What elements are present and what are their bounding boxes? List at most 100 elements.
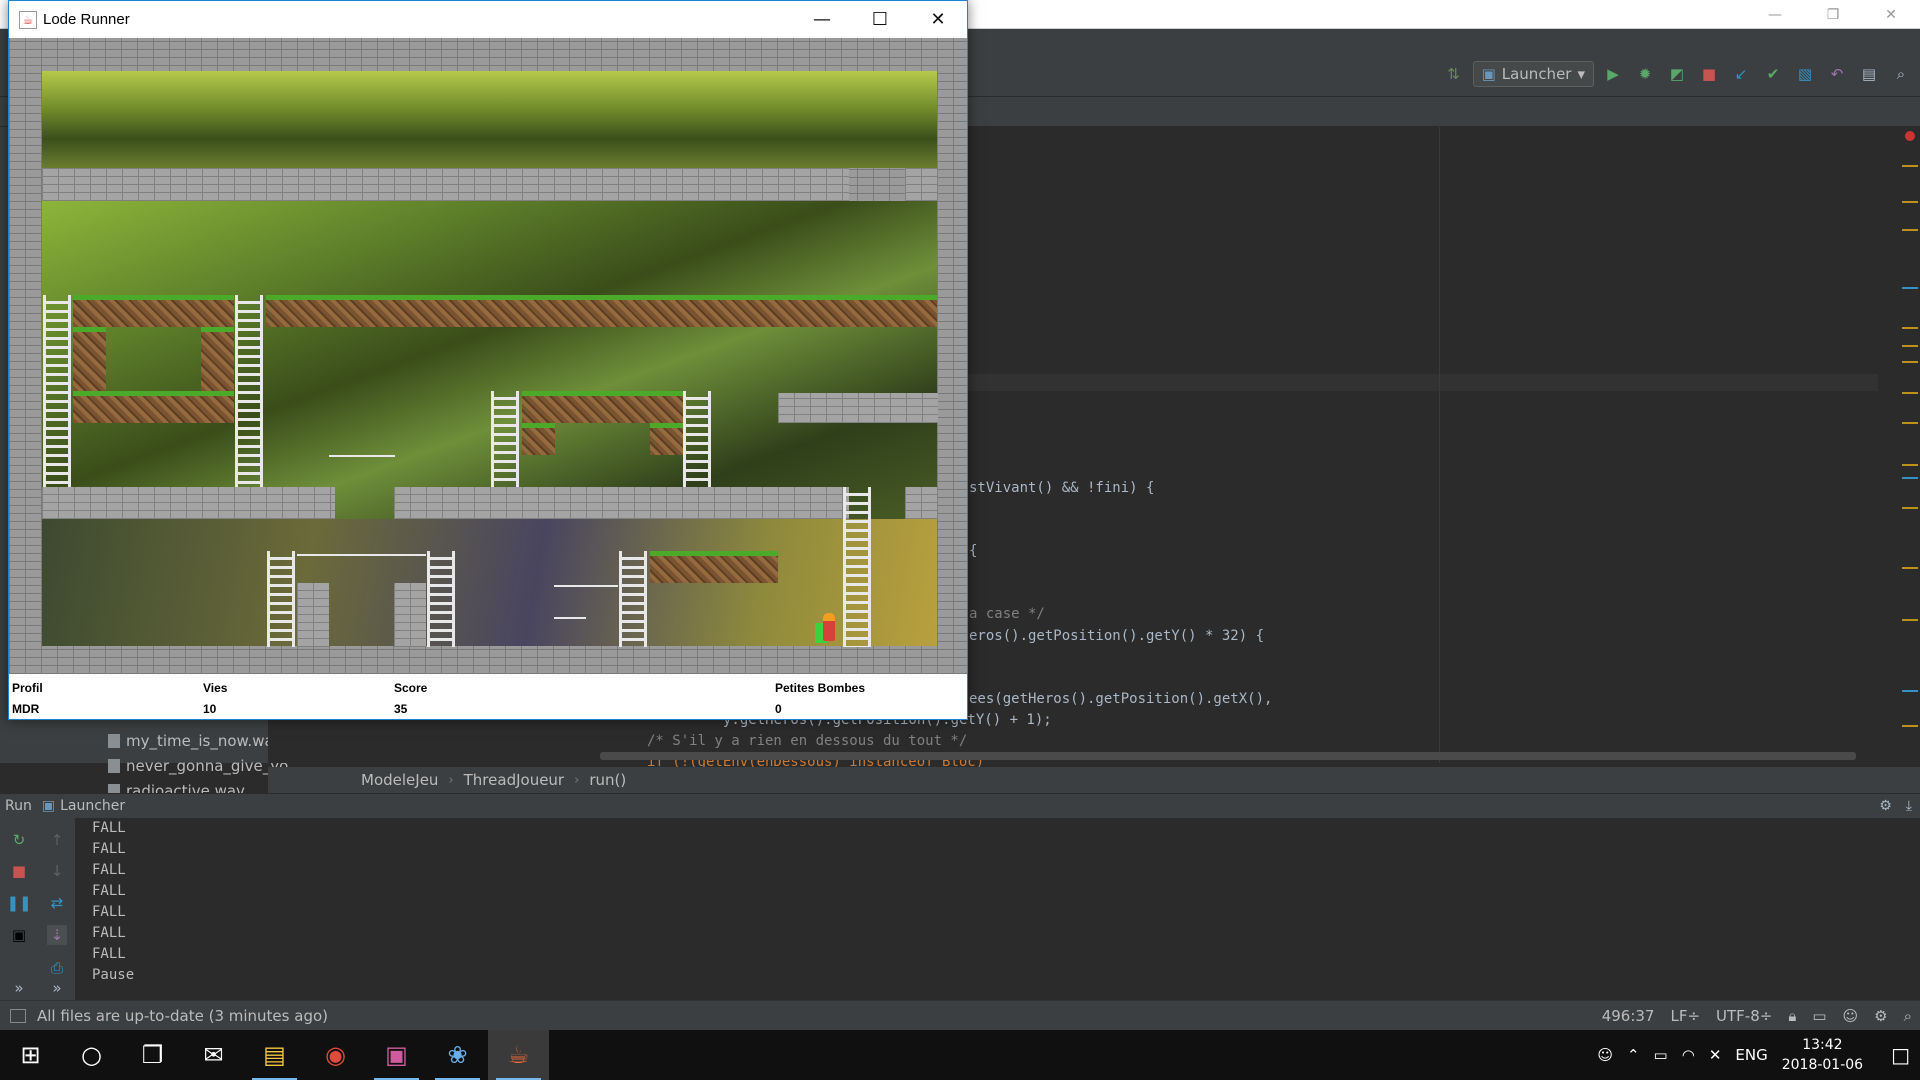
task-view-icon[interactable]: ❐ <box>122 1030 183 1080</box>
wifi-icon[interactable]: ◠ <box>1682 1046 1695 1064</box>
soft-wrap-icon[interactable]: ⇄ <box>47 893 67 913</box>
bombs-value: 0 <box>775 702 782 716</box>
search-icon[interactable]: ⌕ <box>1888 61 1914 87</box>
event-log-icon[interactable]: ⚙ <box>1874 1007 1887 1025</box>
minimize-icon[interactable]: — <box>793 1 851 38</box>
more-icon[interactable]: » <box>9 978 29 998</box>
list-item[interactable]: my_time_is_now.wav <box>108 728 288 753</box>
people-icon[interactable]: ☺ <box>1597 1046 1613 1064</box>
run-panel-header: Run ▣ Launcher ⚙ ⤓ <box>0 793 1920 818</box>
caret-position[interactable]: 496:37 <box>1602 1007 1655 1025</box>
search-icon[interactable]: ⌕ <box>1904 1007 1912 1025</box>
error-marker-icon[interactable] <box>1905 131 1915 141</box>
breadcrumb-item[interactable]: ModeleJeu <box>361 771 438 789</box>
ide-window-controls: — ❐ ✕ <box>1746 0 1920 29</box>
list-item[interactable]: never_gonna_give_yo <box>108 753 288 778</box>
maximize-icon[interactable]: ☐ <box>851 1 909 38</box>
chevron-right-icon: › <box>574 772 580 788</box>
stop-icon[interactable]: ■ <box>1696 61 1722 87</box>
rope <box>297 554 426 556</box>
horizontal-scrollbar[interactable] <box>600 752 1856 760</box>
more-icon[interactable]: » <box>47 978 67 998</box>
status-message: All files are up-to-date (3 minutes ago) <box>37 1006 328 1025</box>
bombs-header: Petites Bombes <box>775 681 866 695</box>
rerun-icon[interactable]: ↻ <box>9 830 29 850</box>
vcs-commit-icon[interactable]: ✔ <box>1760 61 1786 87</box>
game-canvas[interactable] <box>9 38 967 674</box>
project-structure-icon[interactable]: ▤ <box>1856 61 1882 87</box>
console-line: FALL <box>92 946 126 962</box>
lives-value: 10 <box>203 702 217 716</box>
arrow-up-icon[interactable]: ↑ <box>47 830 67 850</box>
breadcrumb-item[interactable]: run() <box>589 771 626 789</box>
cortana-icon[interactable]: ○ <box>61 1030 122 1080</box>
run-config-select[interactable]: ▣ Launcher ▾ <box>1472 61 1594 87</box>
paint-icon[interactable]: ❀ <box>427 1030 488 1080</box>
restore-icon[interactable]: ❐ <box>1804 0 1862 29</box>
tool-windows-icon[interactable] <box>10 1008 26 1023</box>
chevron-down-icon: ▾ <box>1577 65 1585 83</box>
app-icon: ▣ <box>1481 65 1496 83</box>
score-value: 35 <box>394 702 408 716</box>
console-output[interactable]: FALL FALL FALL FALL FALL FALL FALL Pause <box>76 818 1896 1000</box>
ladder <box>235 295 263 487</box>
breadcrumb-item[interactable]: ThreadJoueur <box>464 771 564 789</box>
brick-platform <box>778 393 938 423</box>
input-language[interactable]: ENG <box>1735 1046 1767 1064</box>
arrow-down-icon[interactable]: ↓ <box>47 861 67 881</box>
run-config-label: Launcher <box>1501 65 1572 83</box>
file-encoding[interactable]: UTF-8÷ <box>1716 1007 1772 1025</box>
ladder <box>619 551 647 647</box>
battery-icon[interactable]: ▭ <box>1654 1046 1668 1064</box>
stop-icon[interactable]: ■ <box>9 861 29 881</box>
java-app-icon[interactable]: ☕ <box>488 1030 549 1080</box>
memory-icon[interactable]: ▭ <box>1812 1007 1826 1025</box>
gear-icon[interactable]: ⚙ <box>1879 798 1892 814</box>
error-stripe[interactable] <box>1898 127 1920 763</box>
sort-icon[interactable]: ⇅ <box>1441 61 1467 87</box>
ladder <box>683 391 711 487</box>
file-explorer-icon[interactable]: ▤ <box>244 1030 305 1080</box>
intellij-icon[interactable]: ▣ <box>366 1030 427 1080</box>
rope <box>329 455 395 457</box>
bombs-column: Petites Bombes 0 <box>775 678 865 720</box>
dirt-block <box>73 391 234 423</box>
dirt-block <box>73 295 234 327</box>
minimize-icon[interactable]: — <box>1746 0 1804 29</box>
notification-icon[interactable]: □ <box>1891 1043 1910 1067</box>
speaker-muted-icon[interactable]: ✕ <box>1709 1046 1722 1064</box>
inspector-icon[interactable]: ☺ <box>1843 1007 1859 1025</box>
run-toolbar-secondary: ↑ ↓ ⇄ ⇣ ⎙ » <box>38 818 76 1000</box>
chrome-icon[interactable]: ◉ <box>305 1030 366 1080</box>
pause-icon[interactable]: ❚❚ <box>6 893 31 913</box>
close-icon[interactable]: ✕ <box>909 1 967 38</box>
vcs-update-icon[interactable]: ↙ <box>1728 61 1754 87</box>
camera-icon[interactable]: ▣ <box>9 925 29 945</box>
scroll-to-end-icon[interactable]: ⇣ <box>47 925 67 945</box>
coverage-icon[interactable]: ◩ <box>1664 61 1690 87</box>
game-status-panel: Profil MDR Vies 10 Score 35 Petites Bomb… <box>9 674 967 719</box>
clock[interactable]: 13:42 2018-01-06 <box>1782 1035 1863 1075</box>
brick-platform <box>394 487 849 519</box>
lock-icon[interactable]: 🔒︎ <box>1788 1007 1796 1025</box>
console-line: FALL <box>92 862 126 878</box>
profile-header: Profil <box>12 681 43 695</box>
game-titlebar[interactable]: ☕ Lode Runner — ☐ ✕ <box>9 1 967 38</box>
run-toolbar: ↻ ■ ❚❚ ▣ » <box>0 818 38 1000</box>
close-icon[interactable]: ✕ <box>1862 0 1920 29</box>
line-separator[interactable]: LF÷ <box>1670 1007 1700 1025</box>
revert-icon[interactable]: ↶ <box>1824 61 1850 87</box>
tab-launcher[interactable]: ▣ Launcher <box>42 798 125 814</box>
print-icon[interactable]: ⎙ <box>47 958 67 978</box>
hide-panel-icon[interactable]: ⤓ <box>1906 798 1912 814</box>
debug-icon[interactable]: ✹ <box>1632 61 1658 87</box>
tab-launcher-label: Launcher <box>60 798 126 814</box>
run-icon[interactable]: ▶ <box>1600 61 1626 87</box>
audio-file-icon <box>108 758 120 773</box>
mail-icon[interactable]: ✉ <box>183 1030 244 1080</box>
windows-start-icon[interactable]: ⊞ <box>0 1030 61 1080</box>
lives-header: Vies <box>203 681 228 695</box>
dirt-block <box>650 423 683 455</box>
chevron-up-icon[interactable]: ⌃ <box>1627 1046 1640 1064</box>
vcs-compare-icon[interactable]: ▧ <box>1792 61 1818 87</box>
